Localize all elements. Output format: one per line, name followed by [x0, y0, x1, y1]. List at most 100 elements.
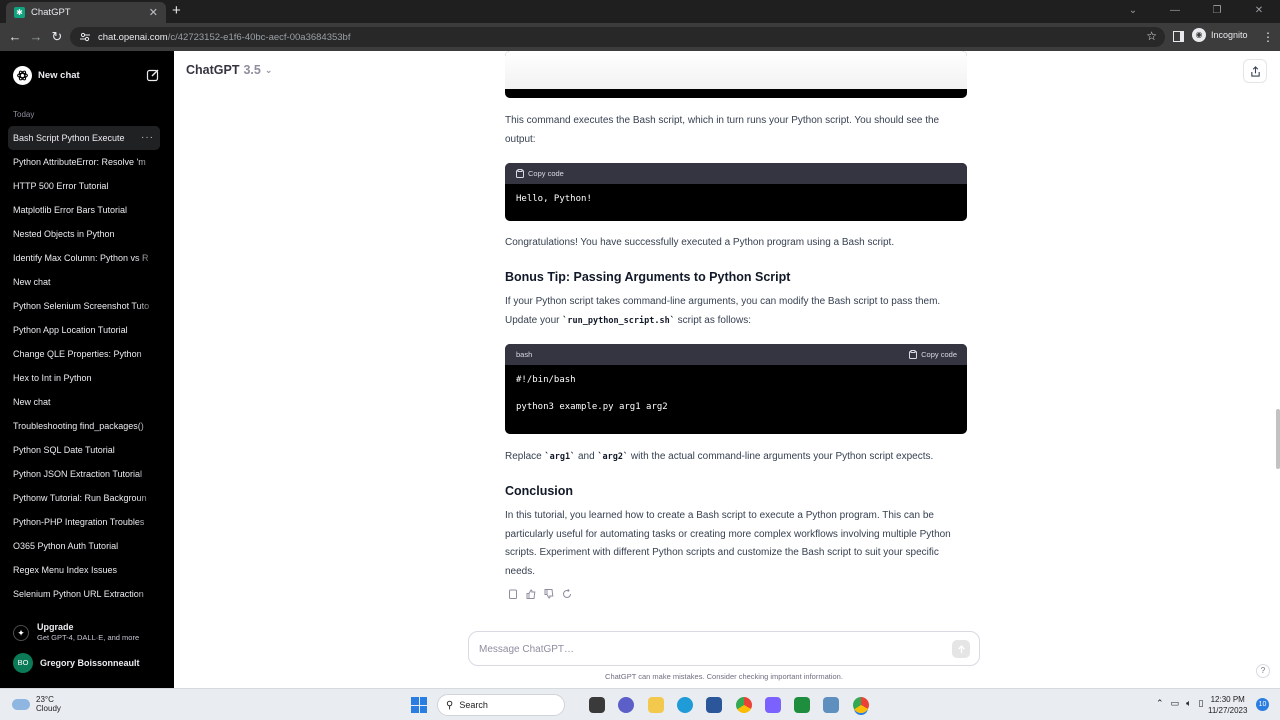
weather-widget[interactable]: 23°C Cloudy [12, 695, 61, 713]
paragraph: Congratulations! You have successfully e… [505, 237, 895, 248]
taskbar-search[interactable]: ⚲ Search [437, 694, 565, 716]
copy-code-button[interactable]: Copy code [516, 169, 564, 178]
new-chat-label: New chat [38, 69, 80, 81]
model-name: ChatGPT [186, 63, 240, 77]
history-item[interactable]: HTTP 500 Error Tutorial [8, 174, 160, 198]
task-view-icon[interactable] [589, 697, 605, 713]
model-selector[interactable]: ChatGPT 3.5 ⌄ [186, 63, 272, 77]
notification-badge[interactable]: 10 [1256, 698, 1269, 711]
help-button[interactable]: ? [1256, 664, 1270, 678]
history-item[interactable]: Pythonw Tutorial: Run Backgroun [8, 486, 160, 510]
history-item[interactable]: New chat [8, 390, 160, 414]
app-icon[interactable] [823, 697, 839, 713]
clipboard-icon [516, 169, 524, 178]
code-line: python3 example.py arg1 arg2 [516, 402, 668, 412]
address-bar[interactable]: chat.openai.com/c/42723152-e1f6-40bc-aec… [70, 27, 1165, 47]
message-input[interactable] [479, 641, 919, 657]
chevron-up-icon[interactable]: ⌃ [1156, 698, 1164, 709]
openai-logo-icon [13, 65, 32, 85]
incognito-icon: ◉ [1192, 28, 1206, 42]
battery-icon[interactable]: ▯ [1198, 698, 1203, 709]
compose-icon[interactable] [146, 68, 160, 82]
spreadsheet-icon[interactable] [794, 697, 810, 713]
share-icon [1250, 65, 1260, 77]
forward-arrow-icon[interactable]: → [27, 28, 45, 46]
paragraph: In this tutorial, you learned how to cre… [505, 510, 951, 578]
history-item[interactable]: Python SQL Date Tutorial [8, 438, 160, 462]
history-item[interactable]: Matplotlib Error Bars Tutorial [8, 198, 160, 222]
inline-code: `arg1` [544, 452, 576, 462]
thumbs-down-icon[interactable] [544, 586, 554, 599]
app-icon[interactable] [765, 697, 781, 713]
new-tab-icon[interactable]: + [172, 3, 181, 19]
windows-start-icon[interactable] [411, 697, 427, 713]
share-button[interactable] [1243, 59, 1267, 83]
back-arrow-icon[interactable]: ← [6, 28, 24, 46]
history-item[interactable]: Python JSON Extraction Tutorial [8, 462, 160, 486]
history-item[interactable]: Troubleshooting find_packages() [8, 414, 160, 438]
file-explorer-icon[interactable] [648, 697, 664, 713]
code-block-bash: bash Copy code #!/bin/bash python3 examp… [505, 344, 967, 434]
history-item[interactable]: Python AttributeError: Resolve 'm [8, 150, 160, 174]
clock-time: 12:30 PM [1210, 695, 1245, 704]
chrome-icon[interactable] [736, 697, 752, 713]
volume-icon[interactable]: 🔈︎ [1186, 698, 1191, 709]
bookmark-star-icon[interactable]: ☆ [1146, 29, 1157, 43]
code-line: Hello, Python! [516, 194, 592, 204]
clipboard-icon [909, 350, 918, 359]
weather-temperature: 23°C [36, 695, 54, 704]
inline-code: `run_python_script.sh` [562, 315, 675, 326]
chrome-active-icon[interactable] [853, 697, 869, 713]
model-version: 3.5 [243, 63, 261, 77]
search-icon: ⚲ [446, 699, 454, 711]
incognito-label: Incognito [1211, 30, 1248, 40]
url-path: /c/42723152-e1f6-40bc-aecf-00a3684353bf [167, 31, 351, 43]
reload-icon[interactable]: ↻ [48, 28, 66, 46]
scrollbar[interactable] [1276, 409, 1280, 469]
restore-icon[interactable]: ❐ [1196, 0, 1238, 23]
chat-app-icon[interactable] [618, 697, 634, 713]
history-item[interactable]: New chat [8, 270, 160, 294]
history-item[interactable]: Hex to Int in Python [8, 366, 160, 390]
chevron-down-icon[interactable]: ⌄ [1112, 0, 1154, 23]
disclaimer-text: ChatGPT can make mistakes. Consider chec… [605, 672, 843, 681]
history-item[interactable]: Python-PHP Integration Troubles [8, 510, 160, 534]
taskbar-clock[interactable]: 12:30 PM 11/27/2023 [1208, 694, 1247, 716]
history-item[interactable]: Selenium Python URL Extraction [8, 582, 160, 606]
network-icon[interactable]: ▭ [1171, 698, 1180, 709]
history-item[interactable]: Python Selenium Screenshot Tuto [8, 294, 160, 318]
send-button[interactable] [952, 640, 970, 658]
store-icon[interactable] [706, 697, 722, 713]
history-item[interactable]: Bash Script Python Execute ··· [8, 126, 160, 150]
side-panel-icon[interactable] [1173, 31, 1184, 42]
history-item[interactable]: Identify Max Column: Python vs R [8, 246, 160, 270]
incognito-profile[interactable]: ◉ Incognito [1192, 28, 1248, 42]
more-options-icon[interactable]: ··· [141, 126, 154, 150]
history-item[interactable]: Python App Location Tutorial [8, 318, 160, 342]
user-menu[interactable]: BO Gregory Boissonneault [13, 653, 140, 673]
scroll-fade [505, 51, 967, 89]
url-host: chat.openai.com [98, 31, 168, 43]
copy-code-button[interactable]: Copy code [909, 350, 957, 359]
sidebar: New chat Today Bash Script Python Execut… [0, 51, 174, 688]
user-name: Gregory Boissonneault [40, 658, 140, 668]
upgrade-title: Upgrade [37, 622, 74, 632]
thumbs-up-icon[interactable] [526, 586, 536, 599]
minimize-icon[interactable]: — [1154, 0, 1196, 23]
history-item[interactable]: Change QLE Properties: Python [8, 342, 160, 366]
regenerate-icon[interactable] [562, 586, 572, 598]
history-item[interactable]: Regex Menu Index Issues [8, 558, 160, 582]
upgrade-button[interactable]: ✦ Upgrade Get GPT-4, DALL·E, and more [13, 622, 139, 642]
new-chat-button[interactable]: New chat [8, 62, 160, 88]
copy-icon[interactable] [508, 586, 518, 599]
site-info-icon[interactable] [80, 32, 90, 42]
code-block-output: Copy code Hello, Python! [505, 163, 967, 221]
browser-tab[interactable]: ✱ ChatGPT ✕ [6, 2, 166, 23]
close-tab-icon[interactable]: ✕ [149, 6, 158, 19]
history-item[interactable]: O365 Python Auth Tutorial [8, 534, 160, 558]
history-item[interactable]: Nested Objects in Python [8, 222, 160, 246]
avatar: BO [13, 653, 33, 673]
browser-menu-icon[interactable]: ⋮ [1262, 28, 1274, 46]
edge-browser-icon[interactable] [677, 697, 693, 713]
close-window-icon[interactable]: ✕ [1238, 0, 1280, 23]
